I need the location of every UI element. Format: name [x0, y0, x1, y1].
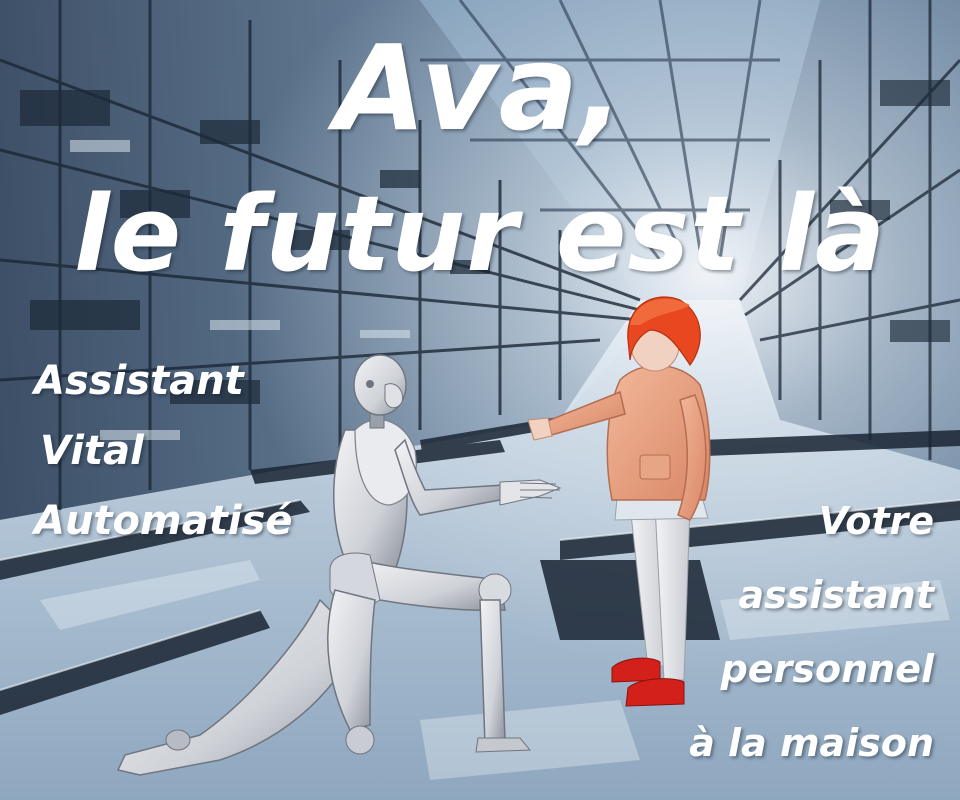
acronym-line-automatise: Automatisé [34, 498, 293, 544]
tagline-line-1: Votre [818, 499, 934, 543]
acronym-block: Assistant Vital Automatisé [28, 346, 348, 556]
tagline-line-4: à la maison [689, 721, 934, 765]
title-line-1: Ava, [334, 19, 626, 157]
tagline-line-3: personnel [720, 647, 934, 691]
tagline-line-2: assistant [738, 573, 934, 617]
acronym-line-assistant: Assistant [34, 358, 244, 404]
acronym-line-vital: Vital [40, 428, 144, 474]
poster: Ava, le futur est là Assistant Vital Aut… [0, 0, 960, 800]
title-line-2: le futur est là [73, 173, 887, 295]
tagline-block: Votre assistant personnel à la maison [634, 484, 934, 780]
